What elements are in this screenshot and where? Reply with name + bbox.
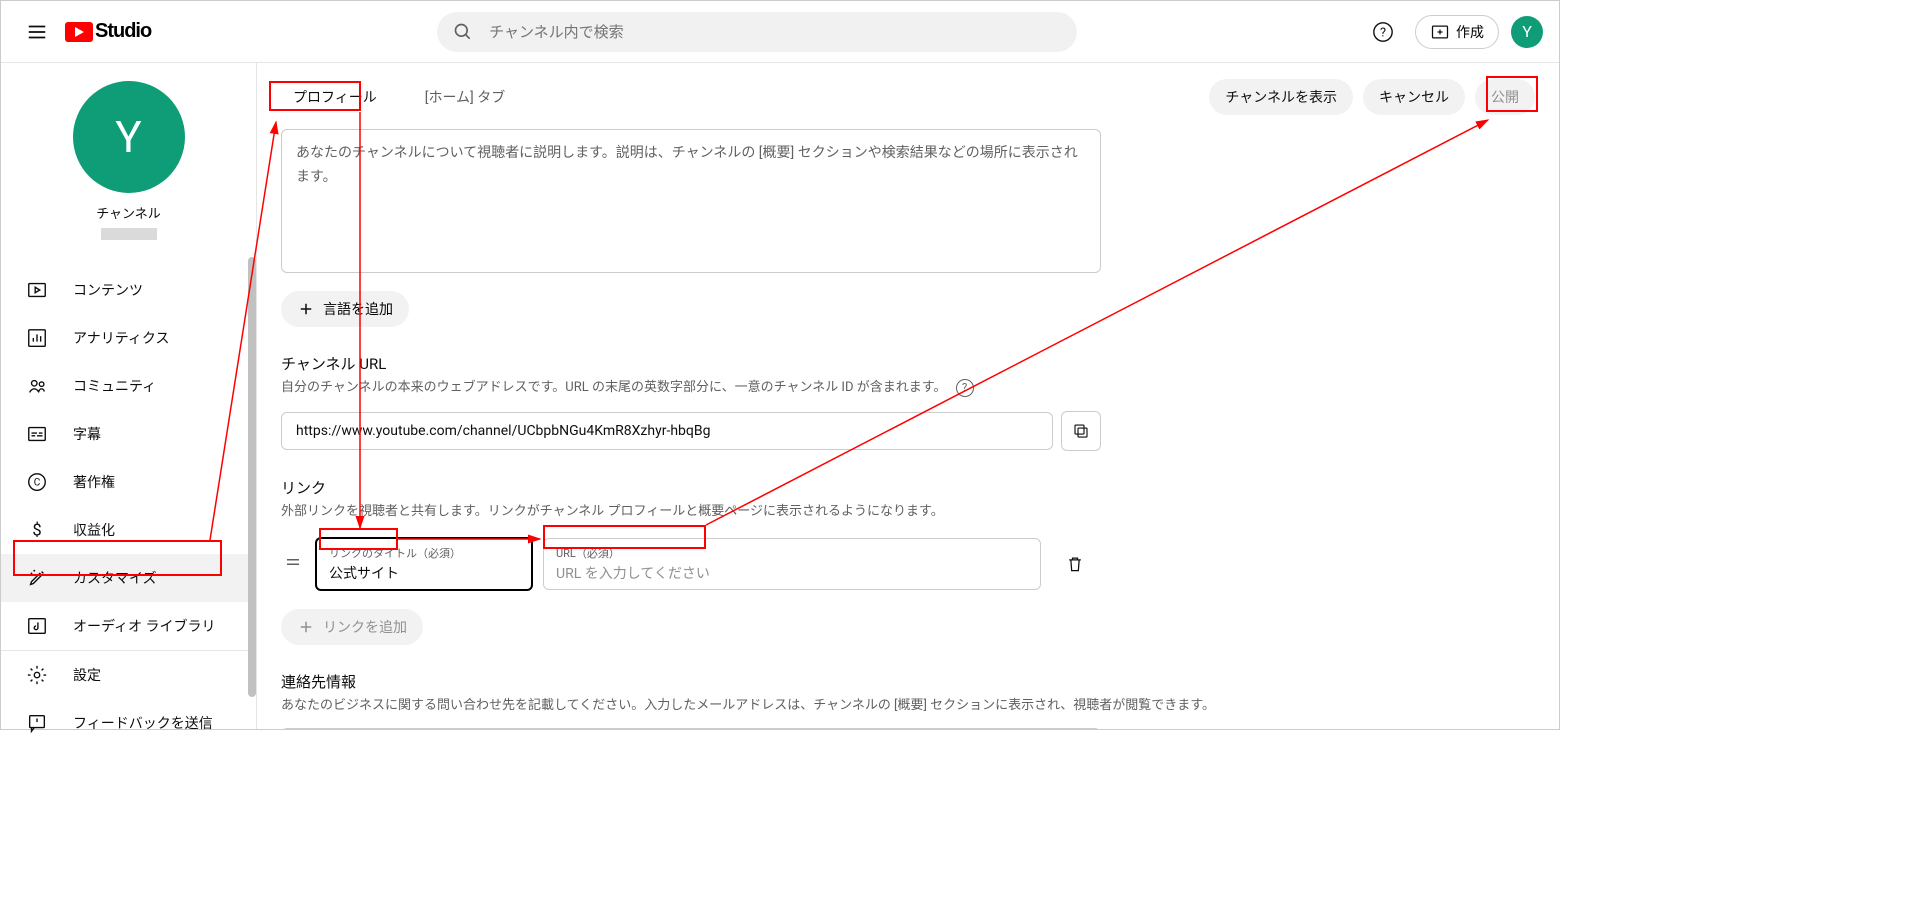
audio-library-icon [25, 614, 49, 638]
channel-url-value: https://www.youtube.com/channel/UCbpbNGu… [281, 412, 1053, 450]
links-title: リンク [281, 477, 1535, 498]
plus-icon [297, 300, 315, 318]
sidebar-item-copyright[interactable]: C 著作権 [1, 458, 256, 506]
description-placeholder: あなたのチャンネルについて視聴者に説明します。説明は、チャンネルの [概要] セ… [296, 145, 1078, 185]
sidebar-item-feedback[interactable]: フィードバックを送信 [1, 699, 256, 747]
account-avatar[interactable]: Y [1511, 16, 1543, 48]
search-input[interactable] [489, 23, 1061, 41]
copy-url-button[interactable] [1061, 411, 1101, 451]
content-icon [25, 278, 49, 302]
tab-profile[interactable]: プロフィール [281, 77, 389, 117]
contact-desc: あなたのビジネスに関する問い合わせ先を記載してください。入力したメールアドレスは… [281, 696, 1535, 717]
youtube-icon [65, 22, 93, 42]
svg-text:$: $ [32, 522, 41, 541]
add-link-button[interactable]: リンクを追加 [281, 609, 423, 645]
view-channel-button[interactable]: チャンネルを表示 [1209, 79, 1353, 115]
cancel-button[interactable]: キャンセル [1363, 79, 1465, 115]
link-url-label: URL（必須） [556, 545, 1028, 561]
contact-email-input[interactable]: メール メールアドレス [281, 728, 1101, 729]
link-title-value: 公式サイト [329, 563, 519, 583]
studio-logo[interactable]: Studio [65, 20, 151, 43]
sidebar-item-monetization[interactable]: $ 収益化 [1, 506, 256, 554]
channel-avatar[interactable]: Y [73, 81, 185, 193]
contact-title: 連絡先情報 [281, 671, 1535, 692]
community-icon [25, 374, 49, 398]
trash-icon [1065, 554, 1085, 574]
subtitles-icon [25, 422, 49, 446]
search-box[interactable] [437, 12, 1077, 52]
sidebar-item-settings[interactable]: 設定 [1, 651, 256, 699]
link-title-label: リンクのタイトル（必須） [329, 545, 519, 561]
publish-button[interactable]: 公開 [1475, 79, 1535, 115]
main-content: プロフィール [ホーム] タブ チャンネルを表示 キャンセル 公開 あなたのチャ… [257, 63, 1559, 729]
sidebar-item-content[interactable]: コンテンツ [1, 266, 256, 314]
channel-url-title: チャンネル URL [281, 353, 1535, 374]
channel-name-redacted [101, 228, 157, 240]
sidebar: Y チャンネル コンテンツ アナリティクス コミュニティ [1, 63, 257, 729]
feedback-icon [25, 711, 49, 735]
channel-url-desc: 自分のチャンネルの本来のウェブアドレスです。URL の末尾の英数字部分に、一意の… [281, 378, 1535, 399]
monetization-icon: $ [25, 518, 49, 542]
sidebar-item-audio-library[interactable]: オーディオ ライブラリ [1, 602, 256, 650]
svg-text:?: ? [1380, 25, 1386, 40]
copyright-icon: C [25, 470, 49, 494]
sidebar-item-community[interactable]: コミュニティ [1, 362, 256, 410]
search-icon [453, 22, 473, 42]
add-language-button[interactable]: 言語を追加 [281, 291, 409, 327]
tab-home[interactable]: [ホーム] タブ [413, 77, 517, 117]
sidebar-item-analytics[interactable]: アナリティクス [1, 314, 256, 362]
gear-icon [25, 663, 49, 687]
logo-text: Studio [95, 20, 151, 43]
link-url-placeholder: URL を入力してください [556, 563, 1028, 583]
sidebar-item-subtitles[interactable]: 字幕 [1, 410, 256, 458]
link-title-input[interactable]: リンクのタイトル（必須） 公式サイト [315, 537, 533, 591]
link-url-input[interactable]: URL（必須） URL を入力してください [543, 538, 1041, 590]
help-button[interactable]: ? [1363, 12, 1403, 52]
create-icon [1430, 22, 1450, 42]
plus-icon [297, 618, 315, 636]
create-button[interactable]: 作成 [1415, 15, 1499, 49]
sidebar-scrollbar[interactable] [248, 257, 256, 697]
hamburger-menu[interactable] [17, 12, 57, 52]
sidebar-item-customize[interactable]: カスタマイズ [1, 554, 256, 602]
help-icon[interactable]: ? [956, 379, 974, 397]
copy-icon [1072, 422, 1090, 440]
channel-label: チャンネル [1, 203, 256, 222]
drag-handle-icon[interactable] [281, 553, 305, 575]
channel-description-input[interactable]: あなたのチャンネルについて視聴者に説明します。説明は、チャンネルの [概要] セ… [281, 129, 1101, 273]
links-desc: 外部リンクを視聴者と共有します。リンクがチャンネル プロフィールと概要ページに表… [281, 502, 1535, 523]
delete-link-button[interactable] [1057, 546, 1093, 582]
analytics-icon [25, 326, 49, 350]
customize-icon [25, 566, 49, 590]
create-label: 作成 [1456, 22, 1484, 42]
svg-text:C: C [34, 478, 41, 489]
